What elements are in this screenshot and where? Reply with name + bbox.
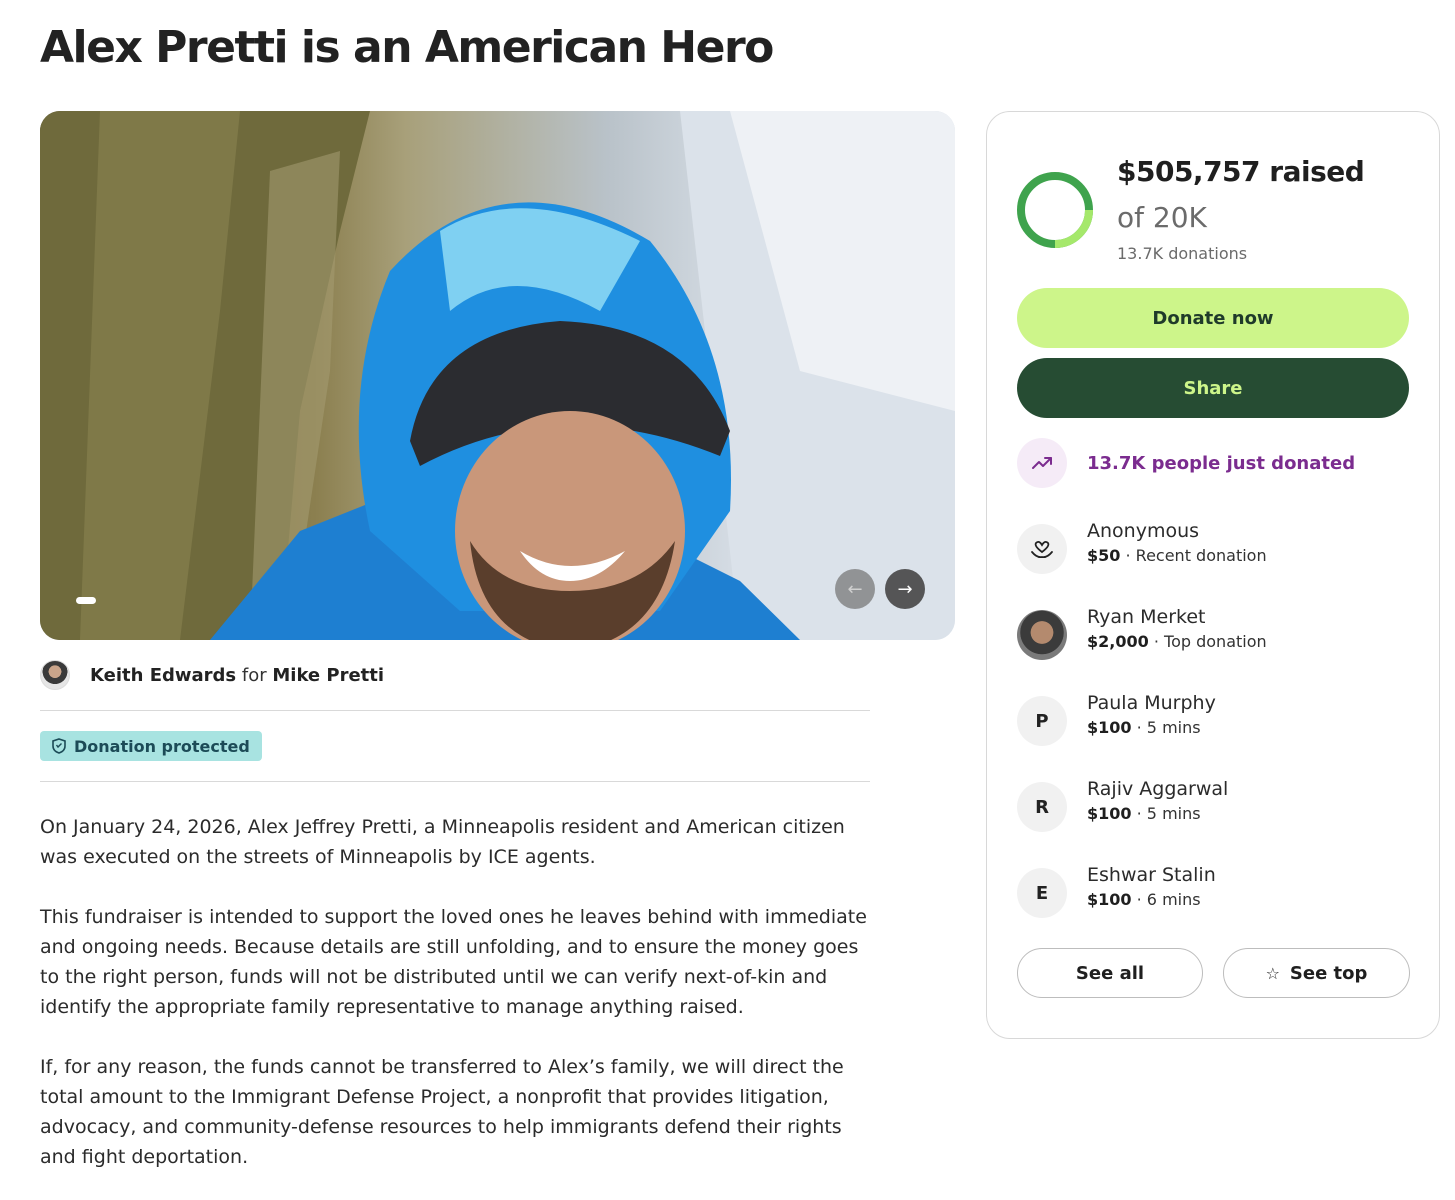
donor-item: P Paula Murphy $100 · 5 mins (1017, 690, 1216, 746)
carousel-indicator[interactable] (76, 597, 96, 604)
donor-meta: $100 · 5 mins (1087, 718, 1201, 737)
donor-name: Ryan Merket (1087, 606, 1206, 628)
donor-amount: $100 (1087, 718, 1132, 737)
trending-up-icon (1017, 438, 1067, 488)
donor-detail: 5 mins (1146, 804, 1201, 823)
donor-initial-avatar: E (1017, 868, 1067, 918)
donor-item: E Eshwar Stalin $100 · 6 mins (1017, 862, 1216, 918)
donate-now-button[interactable]: Donate now (1017, 288, 1409, 348)
hero-image[interactable]: ← → (40, 111, 955, 640)
divider-top (40, 710, 870, 711)
progress-ring (1017, 172, 1093, 248)
donor-detail: Top donation (1164, 632, 1267, 651)
badge-label: Donation protected (74, 736, 250, 756)
donation-card: $505,757 raised of 20K 13.7K donations D… (986, 111, 1440, 1039)
shield-icon (52, 738, 66, 754)
beneficiary-name[interactable]: Mike Pretti (272, 665, 384, 686)
story-paragraph: This fundraiser is intended to support t… (40, 906, 867, 1018)
amount-raised: $505,757 raised (1117, 155, 1365, 188)
carousel-next-button[interactable]: → (885, 569, 925, 609)
see-top-button[interactable]: ☆ See top (1223, 948, 1410, 998)
donor-avatar-photo (1017, 610, 1067, 660)
divider-bottom (40, 781, 870, 782)
donor-initial-avatar: R (1017, 782, 1067, 832)
donor-name: Rajiv Aggarwal (1087, 778, 1229, 800)
donor-meta: $50 · Recent donation (1087, 546, 1267, 565)
arrow-right-icon: → (897, 578, 913, 600)
star-icon: ☆ (1265, 963, 1280, 983)
donor-amount: $100 (1087, 804, 1132, 823)
donor-item: Ryan Merket $2,000 · Top donation (1017, 604, 1267, 660)
organizer-connector: for (241, 664, 267, 686)
donor-meta: $100 · 5 mins (1087, 804, 1201, 823)
donor-detail: Recent donation (1135, 546, 1267, 565)
arrow-left-icon: ← (847, 578, 863, 600)
donations-count: 13.7K donations (1117, 244, 1248, 263)
recent-donations-trend: 13.7K people just donated (1017, 438, 1355, 488)
see-top-label: See top (1289, 962, 1368, 984)
story-text: On January 24, 2026, Alex Jeffrey Pretti… (40, 812, 870, 1200)
story-paragraph: On January 24, 2026, Alex Jeffrey Pretti… (40, 816, 845, 868)
carousel-prev-button[interactable]: ← (835, 569, 875, 609)
heart-hand-icon (1017, 524, 1067, 574)
donor-amount: $50 (1087, 546, 1121, 565)
goal-amount: of 20K (1117, 201, 1207, 234)
donor-detail: 5 mins (1146, 718, 1201, 737)
donor-item: Anonymous $50 · Recent donation (1017, 518, 1267, 574)
donor-amount: $100 (1087, 890, 1132, 909)
story-paragraph: If, for any reason, the funds cannot be … (40, 1056, 844, 1168)
donor-meta: $100 · 6 mins (1087, 890, 1201, 909)
donor-name: Paula Murphy (1087, 692, 1216, 714)
organizer-text: Keith Edwards for Mike Pretti (90, 665, 384, 686)
page-title: Alex Pretti is an American Hero (40, 22, 774, 73)
donor-amount: $2,000 (1087, 632, 1149, 651)
trend-label: 13.7K people just donated (1087, 452, 1356, 474)
organizer-name[interactable]: Keith Edwards (90, 665, 236, 686)
hero-photo (40, 111, 955, 640)
organizer-row: Keith Edwards for Mike Pretti (40, 660, 384, 690)
see-all-button[interactable]: See all (1017, 948, 1203, 998)
donation-protected-badge[interactable]: Donation protected (40, 731, 262, 761)
donor-name: Eshwar Stalin (1087, 864, 1216, 886)
donor-item: R Rajiv Aggarwal $100 · 5 mins (1017, 776, 1228, 832)
donor-name: Anonymous (1087, 520, 1200, 542)
donor-initial-avatar: P (1017, 696, 1067, 746)
organizer-avatar[interactable] (40, 660, 70, 690)
share-button[interactable]: Share (1017, 358, 1409, 418)
donor-detail: 6 mins (1146, 890, 1201, 909)
donor-meta: $2,000 · Top donation (1087, 632, 1267, 651)
